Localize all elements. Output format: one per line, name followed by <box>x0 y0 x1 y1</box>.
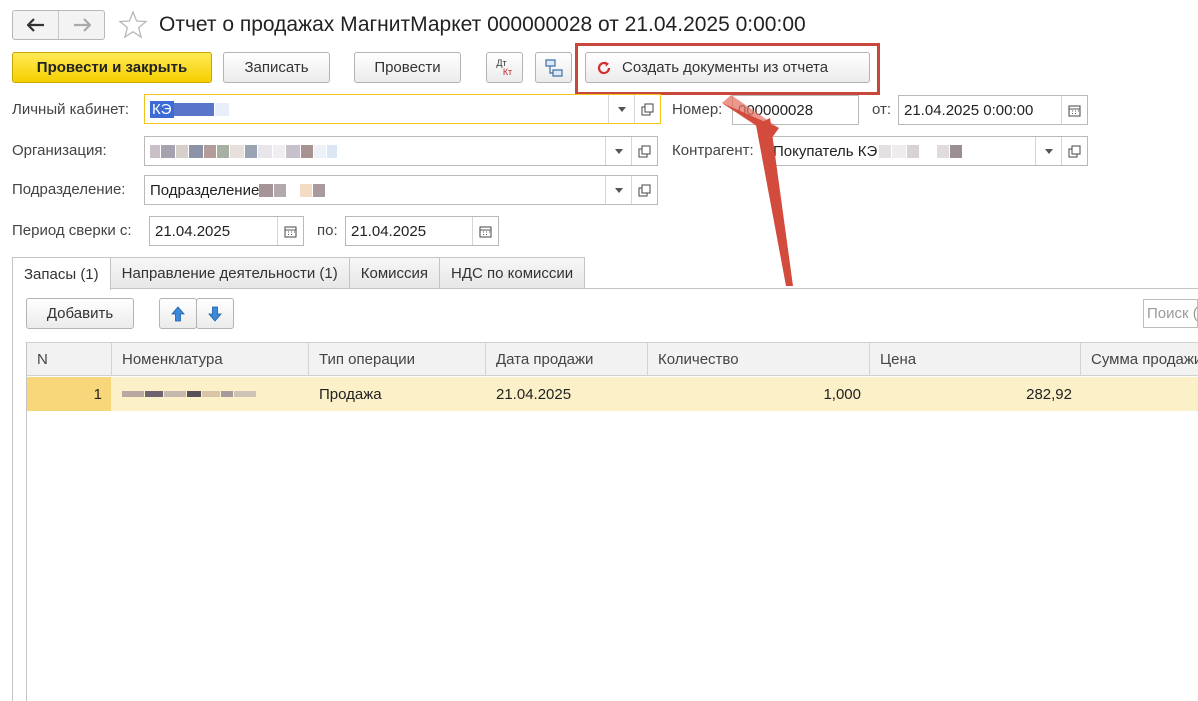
forward-button[interactable] <box>58 11 104 39</box>
column-header-operation-type[interactable]: Тип операции <box>309 343 486 376</box>
arrow-down-icon <box>208 306 222 322</box>
period-to-value: 21.04.2025 <box>351 222 427 240</box>
period-from-label: Период сверки с: <box>12 222 132 239</box>
page-title: Отчет о продажах МагнитМаркет 000000028 … <box>159 13 806 36</box>
chevron-down-icon <box>617 106 626 112</box>
chevron-down-icon <box>1044 148 1053 154</box>
move-down-button[interactable] <box>196 298 234 329</box>
counterparty-label: Контрагент: <box>672 142 754 159</box>
cell-sale-date: 21.04.2025 <box>496 385 572 403</box>
period-to-calendar-button[interactable] <box>472 217 498 245</box>
organization-value <box>145 143 605 160</box>
document-structure-button[interactable] <box>535 52 572 83</box>
arrow-right-icon <box>73 18 91 32</box>
star-icon <box>118 10 148 39</box>
dt-kt-icon: Дт Кт <box>496 57 513 77</box>
favorite-button[interactable] <box>117 9 149 41</box>
organization-field[interactable] <box>144 136 658 166</box>
date-label: от: <box>872 101 892 118</box>
number-label: Номер: <box>672 101 723 118</box>
division-dropdown-button[interactable] <box>605 176 631 204</box>
counterparty-dropdown-button[interactable] <box>1035 137 1061 165</box>
arrow-up-icon <box>171 305 185 321</box>
cell-quantity: 1,000 <box>823 385 861 403</box>
post-and-close-button[interactable]: Провести и закрыть <box>12 52 212 83</box>
cell-nomenclature <box>112 377 309 411</box>
number-value: 000000028 <box>738 101 814 119</box>
tab-bar: Запасы (1) Направление деятельности (1) … <box>12 257 586 290</box>
column-header-nomenclature[interactable]: Номенклатура <box>112 343 309 376</box>
calendar-icon <box>284 225 297 238</box>
cell-price: 282,92 <box>1026 385 1072 403</box>
column-header-sale-sum[interactable]: Сумма продажи <box>1081 343 1198 376</box>
inventory-table: N Номенклатура Тип операции Дата продажи… <box>26 342 1198 701</box>
account-dropdown-button[interactable] <box>608 95 634 123</box>
number-field[interactable]: 000000028 <box>732 95 859 125</box>
tab-activity-direction[interactable]: Направление деятельности (1) <box>109 257 350 289</box>
organization-label: Организация: <box>12 142 107 159</box>
calendar-icon <box>1068 104 1081 117</box>
open-form-icon <box>638 144 651 158</box>
column-header-n[interactable]: N <box>27 343 112 376</box>
chevron-down-icon <box>614 187 623 193</box>
account-field[interactable]: КЭ <box>144 94 661 124</box>
chevron-down-icon <box>614 148 623 154</box>
tab-inventory[interactable]: Запасы (1) <box>12 257 111 290</box>
tab-vat-commission[interactable]: НДС по комиссии <box>439 257 586 289</box>
date-value: 21.04.2025 0:00:00 <box>904 101 1034 119</box>
table-row[interactable]: 1 Продажа 21.04.2025 1,000 282,92 <box>27 377 1198 411</box>
division-label: Подразделение: <box>12 181 126 198</box>
period-from-field[interactable]: 21.04.2025 <box>149 216 304 246</box>
calendar-icon <box>479 225 492 238</box>
save-button[interactable]: Записать <box>223 52 330 83</box>
period-from-value: 21.04.2025 <box>155 222 231 240</box>
division-value: Подразделение <box>150 181 260 199</box>
account-open-button[interactable] <box>634 95 660 123</box>
open-form-icon <box>1068 144 1081 158</box>
post-button[interactable]: Провести <box>354 52 461 83</box>
date-field[interactable]: 21.04.2025 0:00:00 <box>898 95 1088 125</box>
dt-kt-button[interactable]: Дт Кт <box>486 52 523 83</box>
table-search-input[interactable]: Поиск (Ctrl+F) <box>1143 299 1198 328</box>
history-navigation <box>12 10 105 40</box>
division-open-button[interactable] <box>631 176 657 204</box>
document-structure-icon <box>544 58 563 77</box>
period-to-field[interactable]: 21.04.2025 <box>345 216 499 246</box>
organization-dropdown-button[interactable] <box>605 137 631 165</box>
open-form-icon <box>638 183 651 197</box>
account-value: КЭ <box>150 100 174 118</box>
period-from-calendar-button[interactable] <box>277 217 303 245</box>
add-row-button[interactable]: Добавить <box>26 298 134 329</box>
highlight-box <box>575 43 880 95</box>
back-button[interactable] <box>13 11 58 39</box>
move-up-button[interactable] <box>159 298 197 329</box>
tab-commission[interactable]: Комиссия <box>348 257 441 289</box>
account-label: Личный кабинет: <box>12 101 130 118</box>
period-to-label: по: <box>317 222 338 239</box>
cell-sale-sum <box>1081 377 1198 411</box>
counterparty-field[interactable]: Покупатель КЭ <box>767 136 1088 166</box>
column-header-sale-date[interactable]: Дата продажи <box>486 343 648 376</box>
arrow-left-icon <box>26 18 44 32</box>
open-form-icon <box>641 102 654 116</box>
cell-operation-type: Продажа <box>319 385 382 403</box>
column-header-quantity[interactable]: Количество <box>648 343 870 376</box>
counterparty-open-button[interactable] <box>1061 137 1087 165</box>
counterparty-value: Покупатель КЭ <box>773 142 878 160</box>
date-calendar-button[interactable] <box>1061 96 1087 124</box>
cell-n: 1 <box>93 385 102 403</box>
table-header: N Номенклатура Тип операции Дата продажи… <box>27 342 1198 376</box>
division-field[interactable]: Подразделение <box>144 175 658 205</box>
organization-open-button[interactable] <box>631 137 657 165</box>
column-header-price[interactable]: Цена <box>870 343 1081 376</box>
